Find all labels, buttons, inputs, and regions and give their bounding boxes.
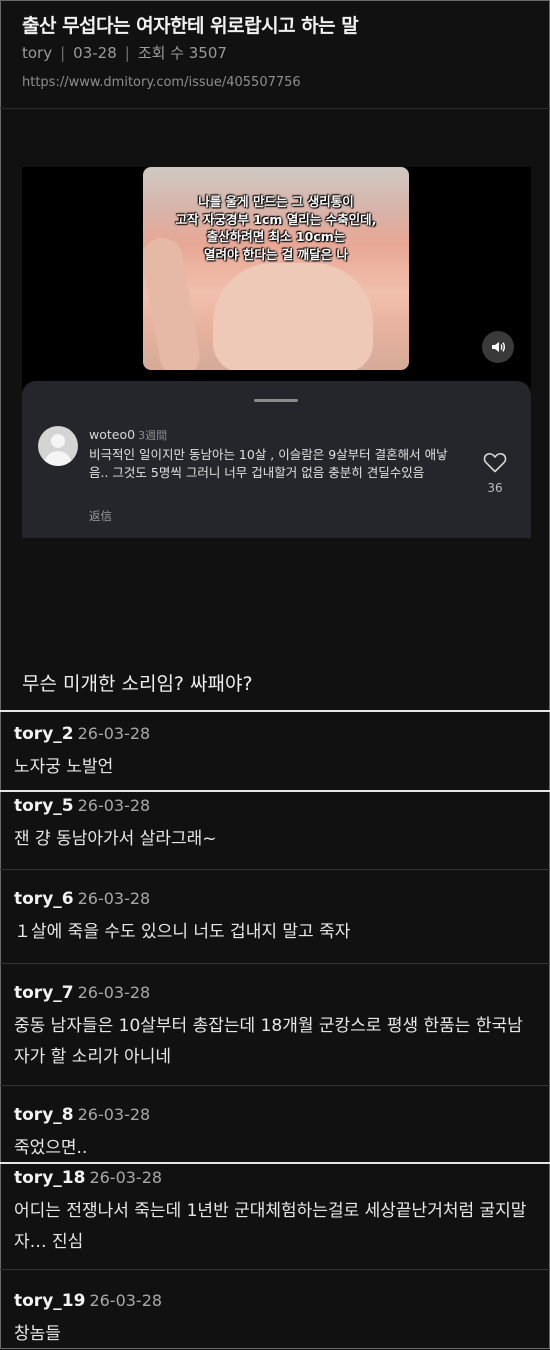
comment-divider — [0, 963, 550, 964]
comment-author[interactable]: tory_8 — [14, 1105, 74, 1125]
avatar-body — [44, 451, 72, 466]
comment-body: 중동 남자들은 10살부터 총잡는데 18개월 군캉스로 평생 한품는 한국남자… — [14, 1016, 523, 1067]
meta-separator: | — [124, 44, 130, 62]
caption-line: 열려야 한다는 걸 깨달은 나 — [204, 246, 348, 262]
comment-author[interactable]: tory_19 — [14, 1291, 85, 1311]
comment-author-line: tory_6 26-03-28 — [14, 889, 150, 909]
video-thumbnail[interactable]: 나를 울게 만드는 그 생리통이 고작 자궁경부 1cm 열리는 수축인데, 출… — [143, 167, 409, 370]
sheet-grab-handle[interactable] — [254, 399, 298, 402]
post-author[interactable]: tory — [22, 44, 52, 62]
comment-author-line: tory_7 26-03-28 — [14, 983, 150, 1003]
comment-author-line: tory_8 26-03-28 — [14, 1105, 150, 1125]
post-body-text: 무슨 미개한 소리임? 싸패야? — [22, 673, 253, 695]
header-divider — [0, 108, 550, 109]
comment-author[interactable]: tory_6 — [14, 889, 74, 909]
comment-username[interactable]: woteo0 — [89, 427, 135, 442]
post-date: 03-28 — [73, 44, 117, 62]
caption-line: 나를 울게 만드는 그 생리통이 — [198, 194, 354, 209]
comment-divider — [0, 1085, 550, 1086]
embedded-video-screenshot: 나를 울게 만드는 그 생리통이 고작 자궁경부 1cm 열리는 수축인데, 출… — [22, 167, 531, 538]
comment-author[interactable]: tory_7 — [14, 983, 74, 1003]
comment-date: 26-03-28 — [77, 983, 151, 1002]
reply-button[interactable]: 返信 — [89, 508, 112, 524]
comment-body: １살에 죽을 수도 있으니 너도 겁내지 말고 죽자 — [14, 922, 351, 942]
video-figure-knee — [213, 263, 373, 370]
video-caption: 나를 울게 만드는 그 생리통이 고작 자궁경부 1cm 열리는 수축인데, 출… — [147, 193, 405, 263]
comment-body: 창놈들 — [14, 1324, 61, 1344]
comment-text: 비극적인 일이지만 동남아는 10살 , 이슬람은 9살부터 결혼해서 애낳음.… — [89, 447, 448, 480]
comment-author-line: tory_18 26-03-28 — [14, 1168, 162, 1188]
comment-date: 26-03-28 — [77, 724, 151, 743]
like-count: 36 — [487, 481, 503, 495]
post-url[interactable]: https://www.dmitory.com/issue/405507756 — [22, 75, 301, 90]
comment-divider — [0, 710, 550, 712]
comment-date: 26-03-28 — [77, 889, 151, 908]
caption-line: 출산하려면 최소 10cm는 — [206, 229, 346, 244]
comment-header: woteo0 3週間 — [89, 427, 167, 443]
comment-divider — [0, 869, 550, 870]
caption-line: 고작 자궁경부 1cm 열리는 수축인데, — [175, 211, 377, 227]
comment-date: 26-03-28 — [77, 796, 151, 815]
comment-date: 26-03-28 — [89, 1168, 163, 1187]
meta-separator: | — [60, 44, 66, 62]
comment-body: 어디는 전쟁나서 죽는데 1년반 군대체험하는걸로 세상끝난거처럼 굴지말자… … — [14, 1201, 527, 1252]
comment-divider — [0, 1162, 550, 1164]
comment-divider — [0, 790, 550, 792]
comment-body: 죽었으면.. — [14, 1138, 88, 1158]
comment-body: 노자궁 노발언 — [14, 757, 114, 777]
post-title: 출산 무섭다는 여자한테 위로랍시고 하는 말 — [22, 15, 359, 37]
comment-author[interactable]: tory_5 — [14, 796, 74, 816]
post-views: 조회 수 3507 — [137, 44, 227, 62]
comment-date: 26-03-28 — [77, 1105, 151, 1124]
avatar-head — [51, 434, 65, 448]
avatar[interactable] — [38, 426, 78, 466]
comment-divider — [0, 1269, 550, 1270]
comment-author-line: tory_19 26-03-28 — [14, 1291, 162, 1311]
post-meta: tory | 03-28 | 조회 수 3507 — [22, 42, 227, 63]
comment-author[interactable]: tory_2 — [14, 724, 74, 744]
comment-date: 26-03-28 — [89, 1291, 163, 1310]
comment-body: 잰 걍 동남아가서 살라그래~ — [14, 829, 217, 849]
heart-outline-icon[interactable] — [483, 451, 507, 473]
comment-author[interactable]: tory_18 — [14, 1168, 85, 1188]
comment-author-line: tory_5 26-03-28 — [14, 796, 150, 816]
speaker-icon[interactable] — [482, 331, 514, 363]
comment-author-line: tory_2 26-03-28 — [14, 724, 150, 744]
comment-age: 3週間 — [138, 429, 168, 442]
